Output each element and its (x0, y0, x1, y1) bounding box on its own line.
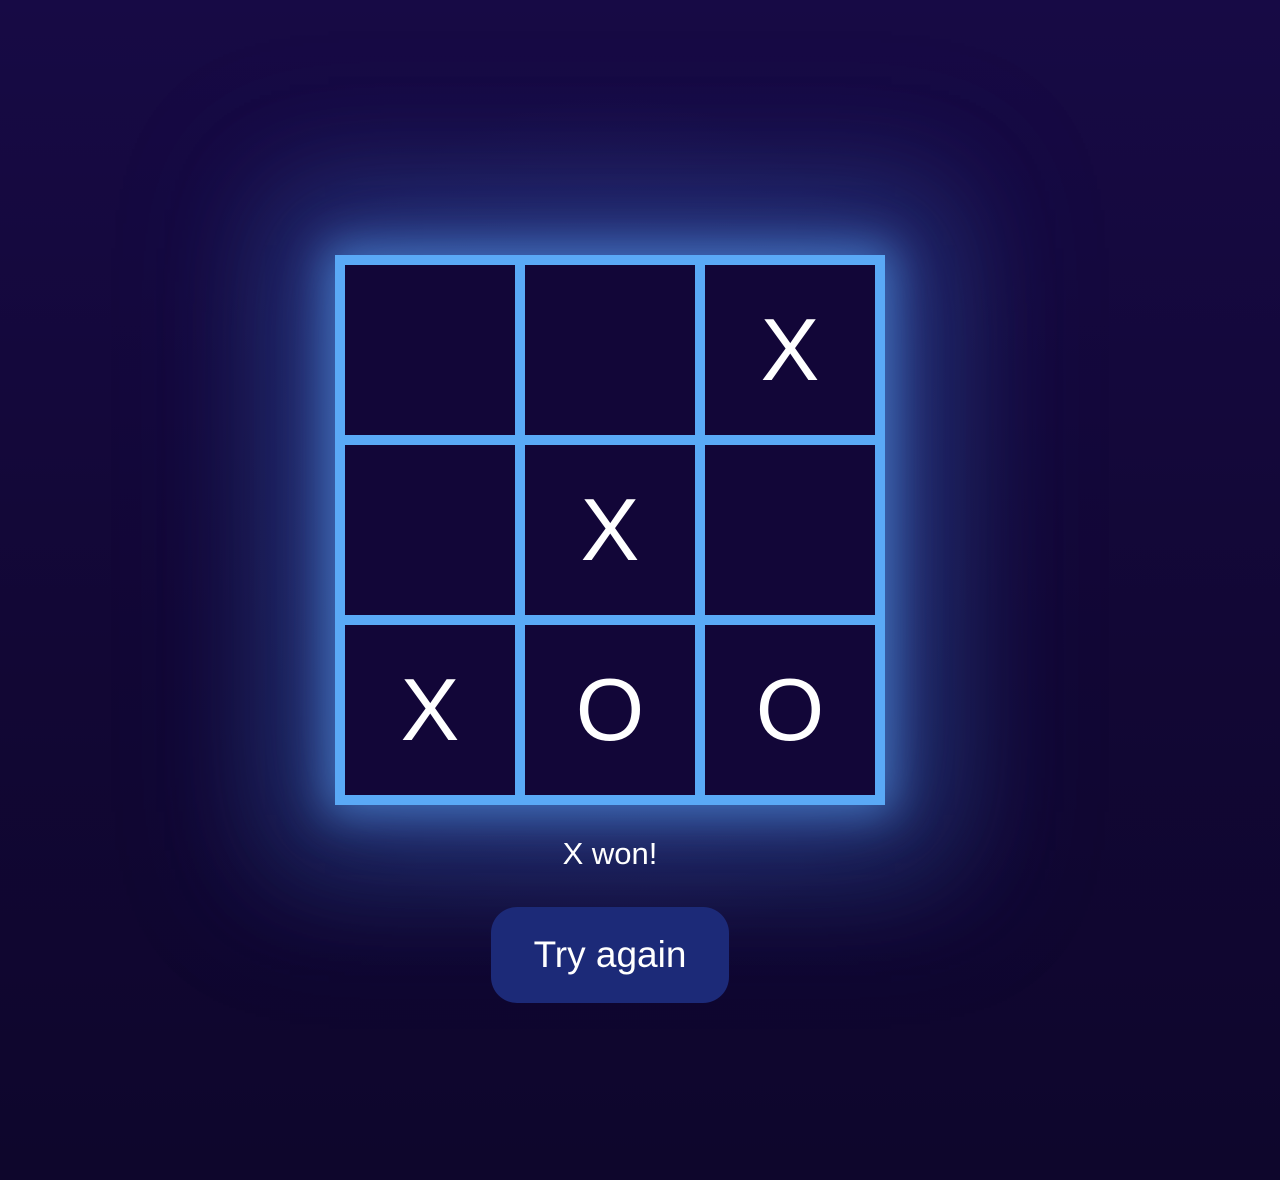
board-cell-9[interactable]: O (705, 625, 875, 795)
game-board: X X X O O (335, 255, 885, 805)
board-cell-5[interactable]: X (525, 445, 695, 615)
board-cell-3[interactable]: X (705, 265, 875, 435)
board-cell-2[interactable] (525, 265, 695, 435)
board-cell-8[interactable]: O (525, 625, 695, 795)
board-cell-6[interactable] (705, 445, 875, 615)
try-again-button[interactable]: Try again (491, 907, 729, 1003)
board-cell-1[interactable] (345, 265, 515, 435)
board-cell-7[interactable]: X (345, 625, 515, 795)
game-status-message: X won! (562, 836, 658, 871)
board-cell-4[interactable] (345, 445, 515, 615)
